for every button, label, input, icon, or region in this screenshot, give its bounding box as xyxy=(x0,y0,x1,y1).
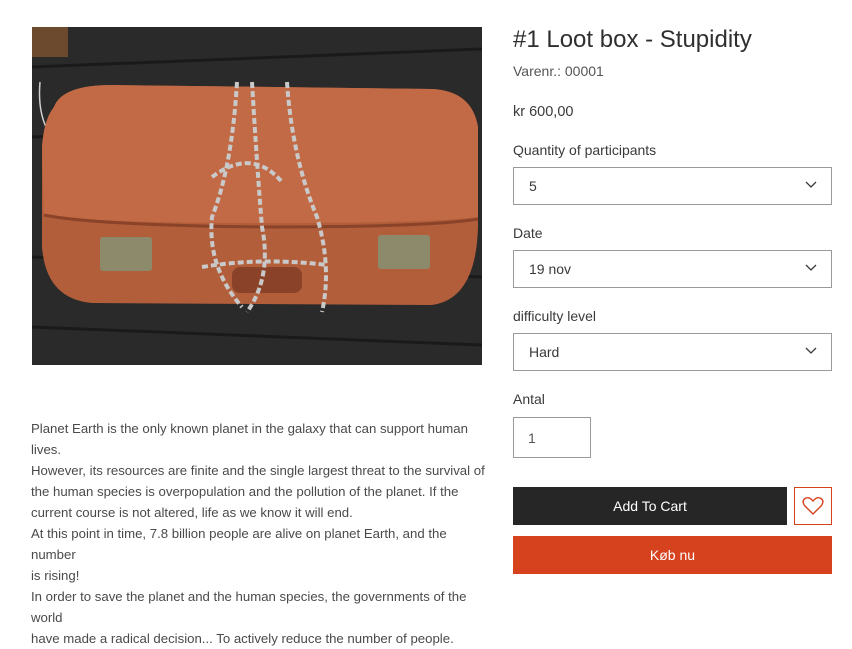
chevron-down-icon xyxy=(805,181,817,188)
date-dropdown[interactable]: 19 nov xyxy=(513,250,832,288)
date-label: Date xyxy=(513,225,543,241)
participants-label: Quantity of participants xyxy=(513,142,657,158)
buy-now-button[interactable]: Køb nu xyxy=(513,536,832,574)
description-line: In order to save the planet and the huma… xyxy=(31,589,467,625)
difficulty-label: difficulty level xyxy=(513,308,597,324)
quantity-label: Antal xyxy=(513,391,545,407)
description-line: Planet Earth is the only known planet in… xyxy=(31,421,468,457)
quantity-input[interactable]: 1 xyxy=(513,417,591,458)
description-line: is rising! xyxy=(31,568,80,583)
chevron-down-icon xyxy=(805,347,817,354)
add-to-cart-button[interactable]: Add To Cart xyxy=(513,487,787,525)
description-line: have made a radical decision... To activ… xyxy=(31,631,454,646)
product-description: Planet Earth is the only known planet in… xyxy=(31,418,487,649)
description-line: the human species is overpopulation and … xyxy=(31,484,459,499)
product-image[interactable] xyxy=(32,27,482,365)
product-title: #1 Loot box - Stupidity xyxy=(513,26,752,53)
difficulty-dropdown[interactable]: Hard xyxy=(513,333,832,371)
wishlist-button[interactable] xyxy=(794,487,832,525)
participants-dropdown[interactable]: 5 xyxy=(513,167,832,205)
description-line: At this point in time, 7.8 billion peopl… xyxy=(31,526,447,562)
chevron-down-icon xyxy=(805,264,817,271)
description-line: However, its resources are finite and th… xyxy=(31,463,485,478)
product-price: kr 600,00 xyxy=(513,104,574,120)
quantity-value: 1 xyxy=(528,430,536,446)
date-value: 19 nov xyxy=(529,261,572,277)
difficulty-value: Hard xyxy=(529,344,560,360)
description-line: current course is not altered, life as w… xyxy=(31,505,353,520)
suitcase-photo xyxy=(32,27,482,365)
participants-value: 5 xyxy=(529,178,537,194)
product-sku: Varenr.: 00001 xyxy=(513,63,604,79)
heart-icon xyxy=(802,496,824,515)
